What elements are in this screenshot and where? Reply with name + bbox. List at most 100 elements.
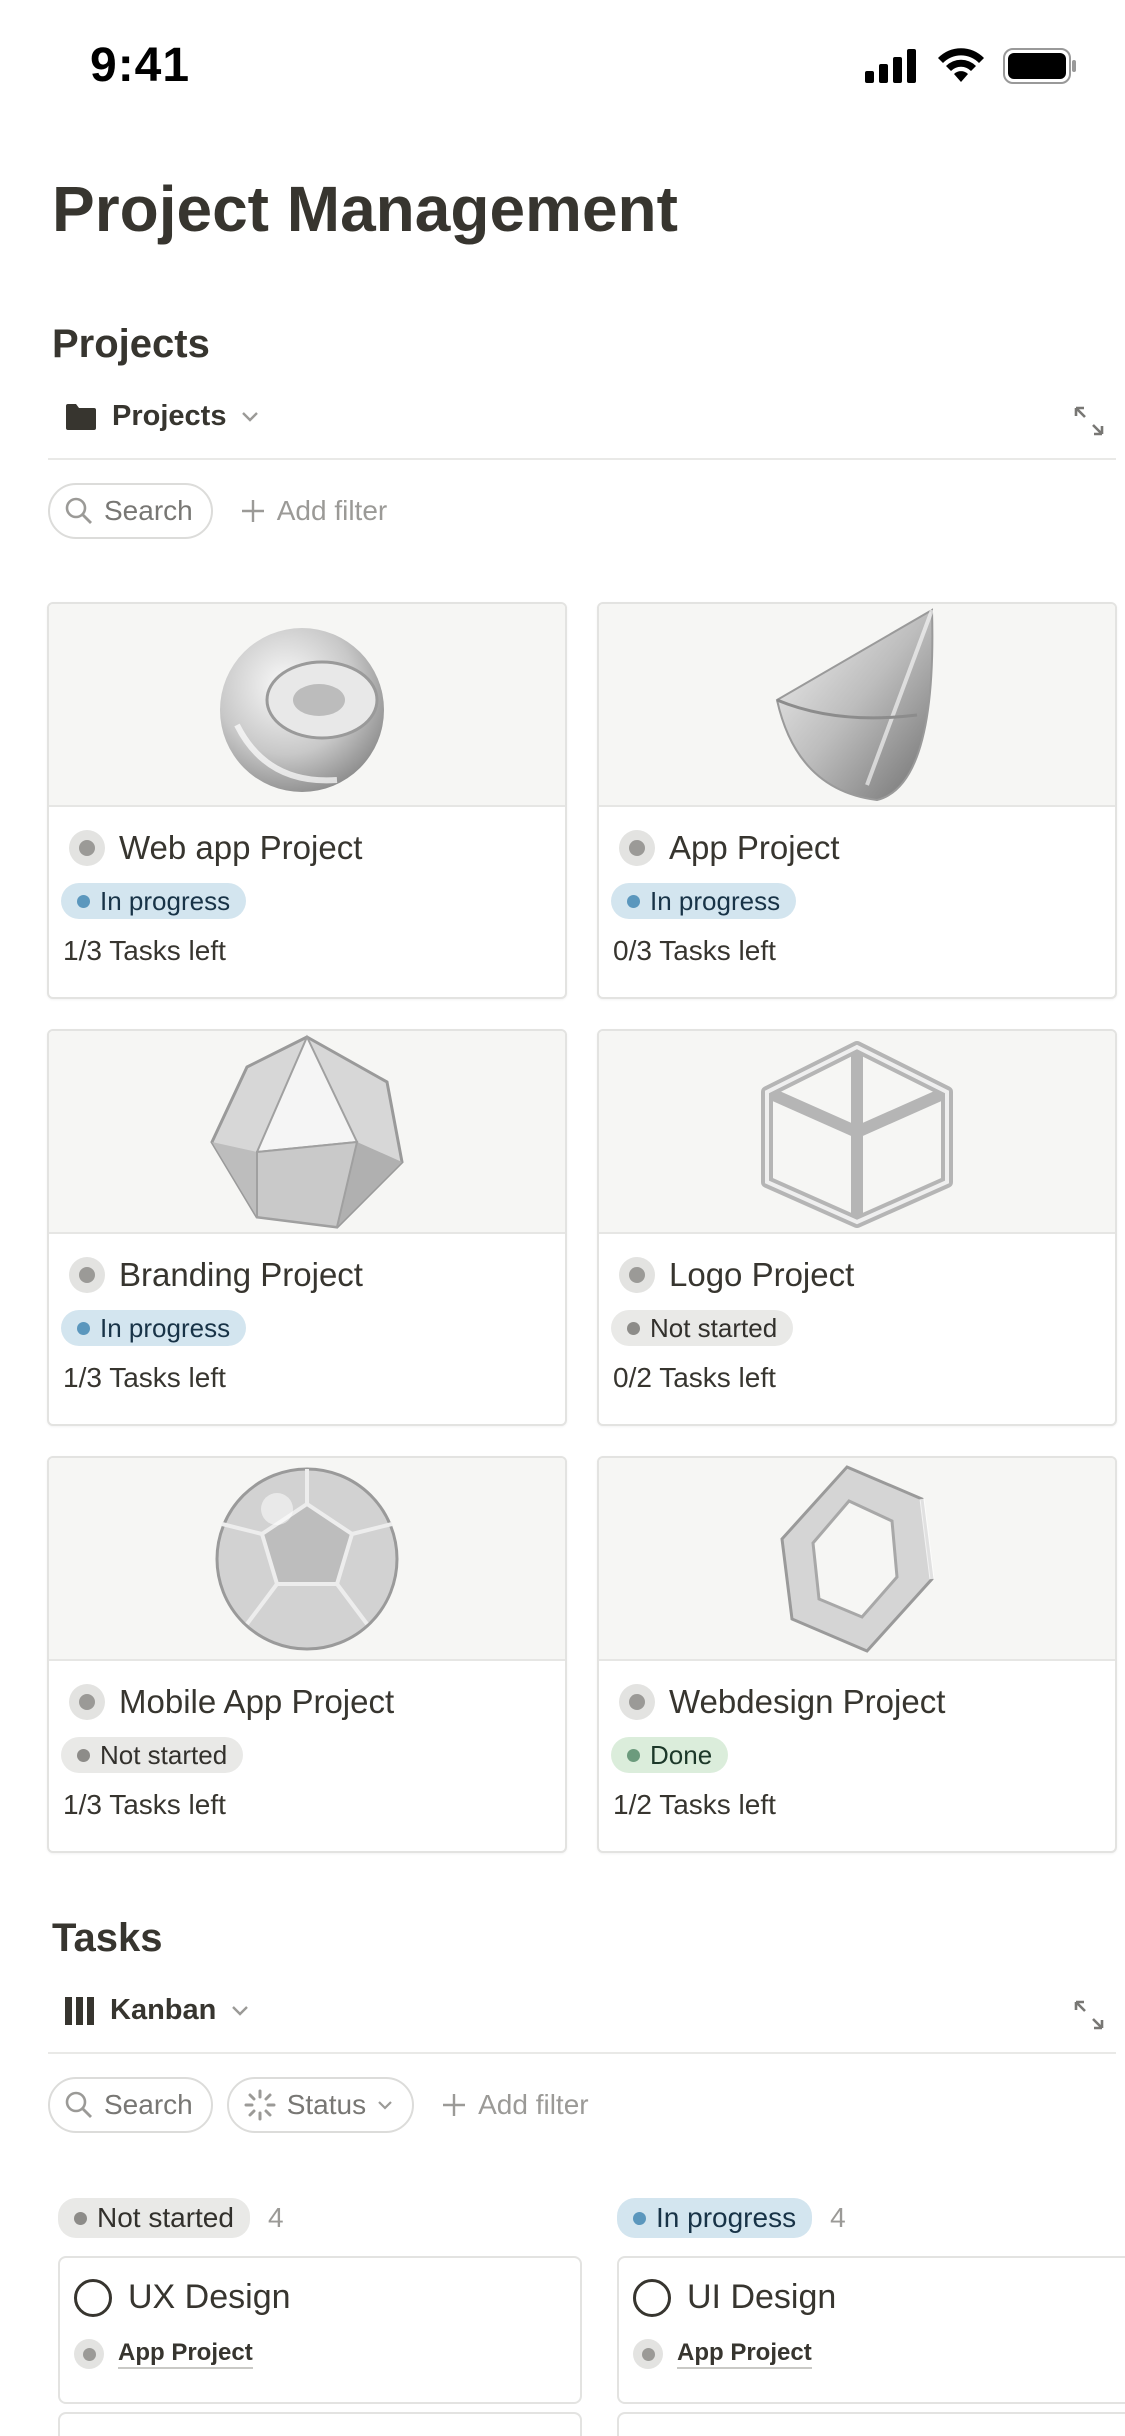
tasks-view-selector[interactable]: Kanban (64, 1994, 250, 2027)
project-title-row: Webdesign Project (611, 1683, 1103, 1721)
kanban-column-in-progress: In progress 4 UI Design App Project (617, 2196, 1125, 2436)
tasks-left: 1/3 Tasks left (63, 935, 226, 966)
task-project-link[interactable]: App Project (74, 2339, 566, 2369)
status-loading-icon (244, 2089, 276, 2121)
search-label: Search (104, 2089, 193, 2120)
task-project-link[interactable]: App Project (633, 2339, 1125, 2369)
projects-search-button[interactable]: Search (48, 483, 213, 539)
plus-icon (443, 2094, 466, 2116)
status-bar: 9:41 (0, 0, 1125, 140)
tasks-section-title: Tasks (52, 1916, 163, 1960)
add-filter-label: Add filter (276, 495, 388, 526)
project-icon (619, 830, 655, 866)
page: 9:41 Project Management Projects Project… (0, 0, 1125, 2436)
projects-view-selector[interactable]: Projects (64, 400, 260, 433)
status-badge: Not started (611, 1310, 794, 1346)
task-title: UX Design (128, 2278, 291, 2316)
project-title-row: Logo Project (611, 1256, 1103, 1294)
expand-icon[interactable] (1072, 1998, 1106, 2032)
tasks-left: 0/3 Tasks left (613, 935, 776, 966)
status-badge: In progress (61, 883, 247, 919)
project-title-row: App Project (611, 829, 1103, 867)
status-badge-label: In progress (650, 885, 781, 916)
kanban-column-header: In progress 4 (617, 2196, 1125, 2240)
status-badge-label: Not started (100, 1739, 228, 1770)
project-cover (49, 604, 565, 807)
project-title: Webdesign Project (669, 1683, 946, 1720)
project-title: Mobile App Project (119, 1683, 395, 1720)
tasks-search-button[interactable]: Search (48, 2077, 213, 2133)
project-title: App Project (669, 829, 840, 866)
project-icon (69, 1684, 105, 1720)
status-badge-label: In progress (100, 885, 231, 916)
status-badge-label: Not started (650, 1312, 778, 1343)
page-title: Project Management (52, 173, 678, 245)
column-count: 4 (830, 2202, 846, 2233)
kanban-icon (65, 1996, 94, 2025)
project-title-row: Mobile App Project (61, 1683, 553, 1721)
project-icon (74, 2339, 104, 2369)
status-badge: In progress (61, 1310, 247, 1346)
project-cover (599, 1031, 1115, 1234)
project-title: Web app Project (119, 829, 363, 866)
task-card-partial[interactable] (58, 2412, 582, 2436)
task-title: UI Design (687, 2278, 837, 2316)
project-title-row: Branding Project (61, 1256, 553, 1294)
search-icon (65, 2091, 92, 2118)
project-title: Branding Project (119, 1256, 363, 1293)
project-card[interactable]: Web app Project In progress 1/3 Tasks le… (47, 602, 567, 999)
projects-add-filter-button[interactable]: Add filter (227, 495, 388, 527)
search-icon (65, 497, 92, 524)
status-filter-button[interactable]: Status (226, 2077, 415, 2133)
glass-sphere-illustration (215, 1467, 399, 1650)
tasks-view-bar: Kanban (48, 1976, 1116, 2054)
project-icon (619, 1257, 655, 1293)
column-status-label: Not started (97, 2202, 234, 2233)
tasks-add-filter-button[interactable]: Add filter (428, 2089, 589, 2121)
glass-hexagon-ring-illustration (780, 1464, 935, 1653)
task-title-row: UI Design (633, 2278, 1125, 2317)
tasks-left: 0/2 Tasks left (613, 1362, 776, 1393)
task-checkbox[interactable] (633, 2278, 671, 2317)
project-card[interactable]: Branding Project In progress 1/3 Tasks l… (47, 1029, 567, 1426)
tasks-left: 1/2 Tasks left (613, 1789, 776, 1820)
projects-filter-bar: Search Add filter (48, 483, 387, 539)
expand-icon[interactable] (1072, 404, 1106, 438)
search-label: Search (104, 495, 193, 526)
project-cover (49, 1031, 565, 1234)
project-card[interactable]: App Project In progress 0/3 Tasks left (597, 602, 1117, 999)
project-cover (599, 1458, 1115, 1661)
task-card[interactable]: UX Design App Project (58, 2256, 582, 2404)
folder-icon (66, 403, 96, 430)
task-card-partial[interactable] (617, 2412, 1125, 2436)
glass-icosahedron-illustration (210, 1034, 404, 1229)
projects-view-bar: Projects (48, 382, 1116, 460)
projects-gallery: Web app Project In progress 1/3 Tasks le… (47, 602, 1117, 1853)
plus-icon (241, 500, 264, 522)
glass-cube-frame-illustration (761, 1040, 953, 1228)
glass-torus-illustration (220, 627, 384, 792)
signal-icon (865, 49, 916, 83)
project-cover (49, 1458, 565, 1661)
project-title-row: Web app Project (61, 829, 553, 867)
task-title-row: UX Design (74, 2278, 566, 2317)
task-card[interactable]: UI Design App Project (617, 2256, 1125, 2404)
chevron-down-icon (232, 2005, 249, 2016)
task-project-label: App Project (118, 2339, 253, 2369)
status-badge: In progress (611, 883, 797, 919)
project-card[interactable]: Mobile App Project Not started 1/3 Tasks… (47, 1456, 567, 1853)
status-time: 9:41 (90, 39, 191, 92)
add-filter-label: Add filter (478, 2089, 589, 2120)
project-icon (69, 1257, 105, 1293)
projects-section-title: Projects (52, 322, 210, 366)
project-card[interactable]: Logo Project Not started 0/2 Tasks left (597, 1029, 1117, 1426)
task-checkbox[interactable] (74, 2278, 112, 2317)
chevron-down-icon (378, 2101, 392, 2110)
project-title: Logo Project (669, 1256, 855, 1293)
wifi-icon (938, 48, 984, 82)
chevron-down-icon (242, 411, 259, 422)
column-status-label: In progress (656, 2202, 797, 2233)
project-icon (633, 2339, 663, 2369)
project-card[interactable]: Webdesign Project Done 1/2 Tasks left (597, 1456, 1117, 1853)
status-icons (865, 48, 1077, 84)
